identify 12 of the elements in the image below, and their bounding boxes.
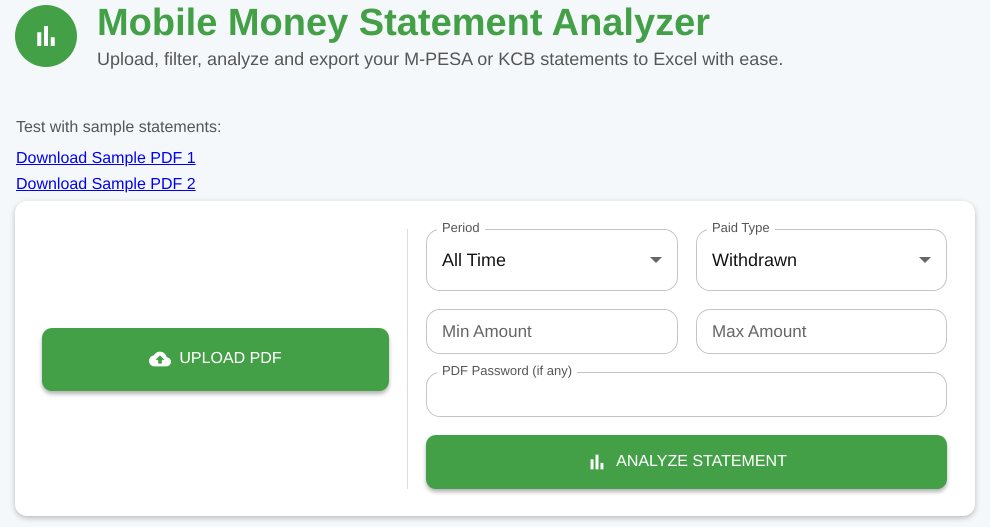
app-subtitle: Upload, filter, analyze and export your M-PESA or KCB statements to Excel with ease. xyxy=(97,49,784,69)
app-title: Mobile Money Statement Analyzer xyxy=(97,5,712,41)
field-label: PDF Password (if any) xyxy=(437,364,578,378)
download-link[interactable]: Download Sample PDF 2 xyxy=(16,172,196,198)
input-field[interactable]: Min Amount xyxy=(426,309,678,354)
caret-icon xyxy=(919,257,931,263)
caret-icon xyxy=(650,257,662,263)
field-label: Period xyxy=(437,221,485,235)
field-label: Paid Type xyxy=(707,221,775,235)
input-field[interactable]: Max Amount xyxy=(696,309,947,354)
download-link[interactable]: Download Sample PDF 1 xyxy=(16,146,196,172)
samples-label: Test with sample statements: xyxy=(16,118,222,138)
